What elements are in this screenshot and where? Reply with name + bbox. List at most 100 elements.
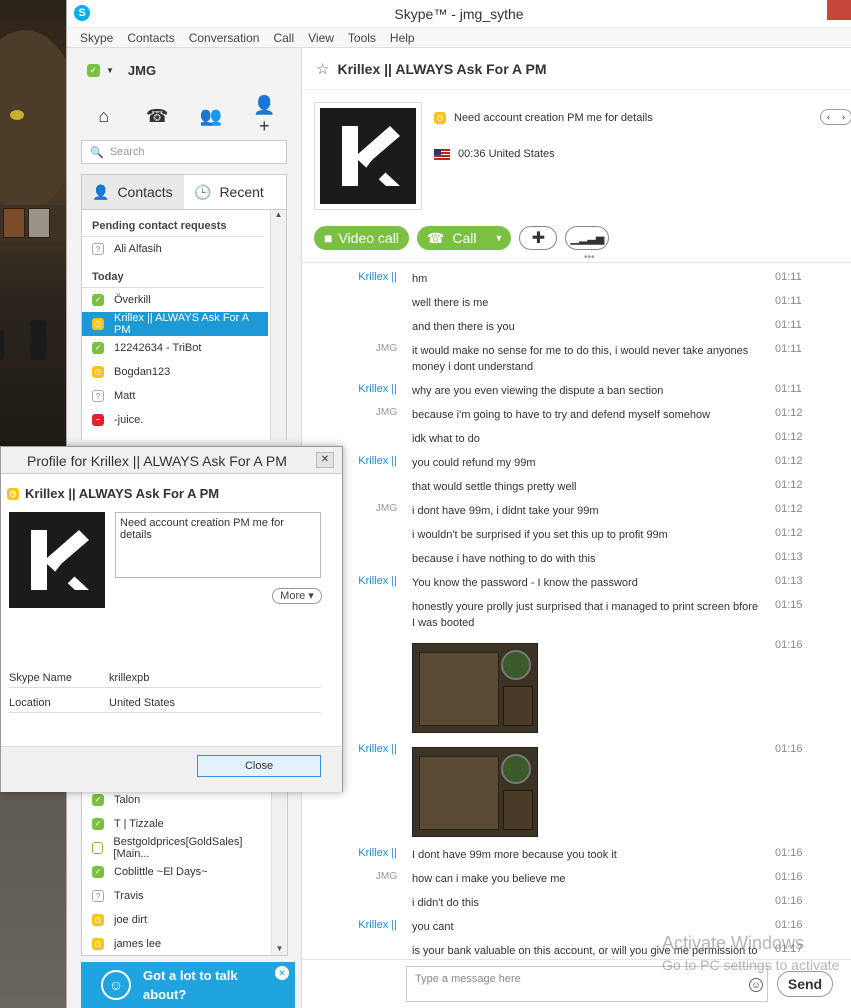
window-close-button[interactable]: [827, 0, 851, 20]
search-input[interactable]: 🔍 Search: [81, 140, 287, 164]
tab-recent[interactable]: 🕒 Recent: [184, 175, 286, 209]
dialog-footer: Close: [1, 746, 342, 792]
chevron-down-icon[interactable]: ▼: [495, 233, 504, 243]
chat-bubble-icon: ☺: [101, 970, 131, 1000]
message-sender[interactable]: JMG: [302, 343, 397, 354]
list-item[interactable]: ◷ Bogdan123: [82, 360, 268, 384]
screenshot-image[interactable]: [412, 643, 538, 733]
list-item[interactable]: ? Matt: [82, 384, 268, 408]
list-item[interactable]: ? Travis: [82, 884, 269, 908]
list-item[interactable]: ◷ james lee: [82, 932, 269, 955]
list-item[interactable]: Bestgoldprices[GoldSales][Main...: [82, 836, 269, 860]
chevron-left-icon[interactable]: ‹: [827, 112, 830, 122]
screenshot-image[interactable]: [412, 747, 538, 837]
online-status-icon: ✓: [92, 794, 104, 806]
unknown-status-icon: ?: [92, 890, 104, 902]
profile-nav[interactable]: ‹ ›: [820, 109, 851, 125]
message-text: i dont have 99m, i didnt take your 99m: [412, 505, 599, 517]
list-item[interactable]: ✓ Överkill: [82, 288, 268, 312]
contact-avatar[interactable]: [314, 102, 422, 210]
call-button[interactable]: ☎ Call ▼: [416, 226, 512, 250]
message-time: 01:16: [775, 895, 803, 907]
close-button[interactable]: Close: [197, 755, 321, 777]
my-status[interactable]: ✓ ▼ JMG: [67, 48, 301, 92]
tab-contacts[interactable]: 👤 Contacts: [82, 175, 184, 209]
menu-skype[interactable]: Skype: [73, 28, 120, 47]
contact-name: joe dirt: [114, 914, 148, 926]
message-sender[interactable]: Krillex ||: [302, 383, 397, 395]
window-title: Skype™ - jmg_sythe: [394, 6, 524, 22]
menu-contacts[interactable]: Contacts: [120, 28, 181, 47]
conversation-title: Krillex || ALWAYS Ask For A PM: [337, 60, 547, 77]
message-text: hm: [412, 273, 428, 285]
contact-name: T | Tizzale: [114, 818, 164, 830]
message-text: that would settle things pretty well: [412, 481, 577, 493]
online-status-icon: ✓: [92, 294, 104, 306]
video-call-button[interactable]: ■ Video call: [314, 226, 409, 250]
more-button[interactable]: More ▾: [272, 588, 322, 604]
add-button[interactable]: ✚: [519, 226, 558, 250]
phone-icon[interactable]: ☎: [142, 106, 172, 127]
promo-banner[interactable]: ☺ Got a lot to talk about? ✕: [81, 962, 295, 1008]
scroll-up-icon[interactable]: ▲: [271, 210, 286, 219]
message-sender[interactable]: JMG: [302, 871, 397, 882]
home-icon[interactable]: ⌂: [89, 106, 119, 127]
search-icon: 🔍: [90, 146, 104, 159]
contact-mood: ◷ Need account creation PM me for detail…: [434, 112, 653, 124]
close-icon[interactable]: ✕: [316, 452, 334, 468]
message-sender[interactable]: JMG: [302, 407, 397, 418]
message-time: 01:11: [775, 319, 802, 331]
add-contact-icon[interactable]: 👤+: [249, 95, 279, 137]
message-sender[interactable]: Krillex ||: [302, 919, 397, 931]
online-status-icon: ✓: [92, 342, 104, 354]
group-icon[interactable]: 👥: [196, 106, 226, 127]
message-time: 01:12: [775, 407, 803, 419]
contact-name: Travis: [114, 890, 144, 902]
message-sender[interactable]: Krillex ||: [302, 847, 397, 859]
chevron-down-icon: ▼: [106, 65, 114, 75]
scrollbar[interactable]: ▼: [271, 788, 287, 955]
scroll-down-icon[interactable]: ▼: [272, 944, 287, 953]
profile-dialog: Profile for Krillex || ALWAYS Ask For A …: [0, 446, 343, 792]
krillex-logo: [320, 108, 416, 204]
menu-bar: Skype Contacts Conversation Call View To…: [67, 28, 851, 48]
chevron-right-icon[interactable]: ›: [842, 112, 845, 122]
star-icon[interactable]: ☆: [316, 60, 329, 78]
close-icon[interactable]: ✕: [275, 966, 289, 980]
menu-view[interactable]: View: [301, 28, 341, 47]
menu-call[interactable]: Call: [266, 28, 301, 47]
contact-name: Coblittle ~El Days~: [114, 866, 208, 878]
contact-location: 00:36 United States: [434, 148, 555, 160]
contact-name: Talon: [114, 794, 141, 806]
menu-tools[interactable]: Tools: [341, 28, 383, 47]
profile-name: ◷ Krillex || ALWAYS Ask For A PM: [7, 486, 219, 501]
call-quality-button[interactable]: ▁▂▃▅: [565, 226, 610, 250]
list-item[interactable]: ✓ 12242634 - TriBot: [82, 336, 268, 360]
message-time: 01:16: [775, 871, 803, 883]
field-label: Location: [9, 697, 51, 709]
message-text: I dont have 99m more because you took it: [412, 849, 617, 861]
scrollbar[interactable]: ▲: [270, 210, 286, 440]
menu-help[interactable]: Help: [383, 28, 422, 47]
offline-status-icon: [92, 842, 104, 854]
list-item-selected[interactable]: ◷ Krillex || ALWAYS Ask For A PM: [82, 312, 268, 336]
dialog-title-bar[interactable]: Profile for Krillex || ALWAYS Ask For A …: [1, 447, 342, 473]
online-status-icon: ✓: [87, 63, 100, 77]
message-text: you could refund my 99m: [412, 457, 536, 469]
message-sender[interactable]: Krillex ||: [302, 271, 397, 283]
emoticon-icon[interactable]: ☺: [749, 978, 763, 992]
list-item[interactable]: ◷ joe dirt: [82, 908, 269, 932]
list-item[interactable]: ✓ T | Tizzale: [82, 812, 269, 836]
contact-name: Matt: [114, 390, 136, 402]
list-item[interactable]: ✓ Coblittle ~El Days~: [82, 860, 269, 884]
contact-name: james lee: [114, 938, 162, 950]
field-value: krillexpb: [109, 672, 150, 684]
message-text: because i'm going to have to try and def…: [412, 409, 711, 421]
list-item[interactable]: − -juice.: [82, 408, 268, 432]
away-status-icon: ◷: [434, 112, 446, 124]
mood-text: Need account creation PM me for details: [454, 112, 653, 124]
list-item[interactable]: ? Ali Alfasih: [82, 237, 268, 261]
message-text: well there is me: [412, 297, 489, 309]
menu-conversation[interactable]: Conversation: [182, 28, 267, 47]
contact-name: -juice.: [114, 414, 144, 426]
